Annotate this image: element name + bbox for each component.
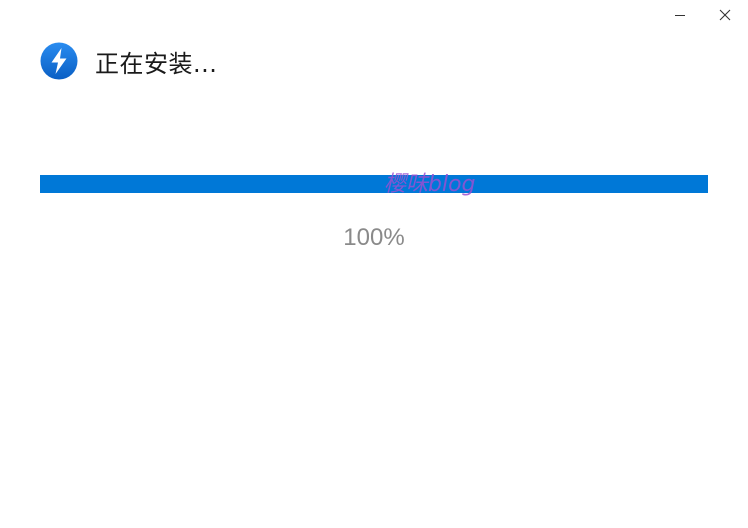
page-title: 正在安装... bbox=[95, 49, 218, 78]
progress-bar-fill bbox=[40, 175, 708, 193]
installer-header: 正在安装... bbox=[40, 41, 217, 81]
lightning-bolt-icon bbox=[40, 42, 78, 80]
close-button[interactable] bbox=[705, 2, 745, 28]
minimize-button[interactable] bbox=[660, 2, 700, 28]
progress-percent-label: 100% bbox=[343, 224, 405, 251]
minimize-icon bbox=[675, 15, 685, 16]
close-icon bbox=[719, 9, 731, 21]
install-progress-bar bbox=[40, 175, 708, 193]
